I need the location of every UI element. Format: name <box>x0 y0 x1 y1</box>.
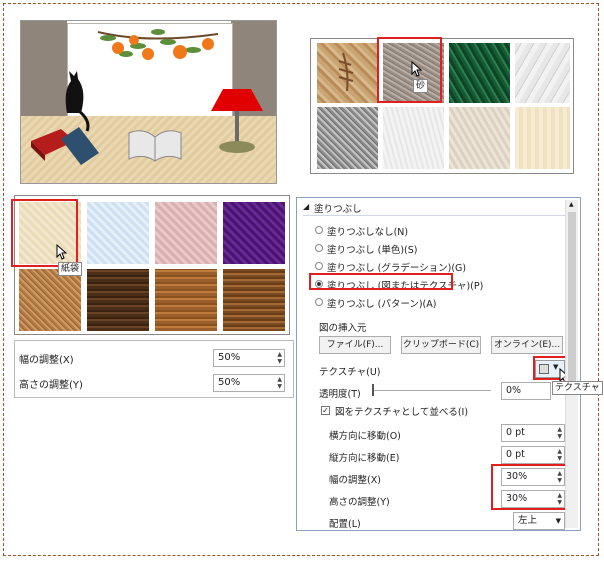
online-button[interactable]: オンライン(E)... <box>491 336 563 354</box>
transparency-slider-thumb[interactable] <box>372 384 374 396</box>
offset-y-spinner[interactable]: 0 pt ▲ ▼ <box>501 446 565 464</box>
lamp-shade <box>211 89 263 111</box>
mouse-cursor-icon <box>56 244 68 260</box>
highlight-sand <box>377 37 442 103</box>
option-gradient-fill[interactable]: 塗りつぶし (グラデーション)(G) <box>327 260 466 274</box>
tooltip-papyrus: 紙袋 <box>58 262 83 276</box>
height-spinner[interactable]: 50% ▲ ▼ <box>213 374 285 392</box>
offset-x-label: 横方向に移動(O) <box>329 431 401 442</box>
lamp-base <box>219 141 255 153</box>
width-label: 幅の調整(X) <box>19 355 74 366</box>
scale-x-label: 幅の調整(X) <box>329 475 381 486</box>
texture-label: テクスチャ(U) <box>319 367 381 378</box>
spinner-arrows-icon[interactable]: ▲ ▼ <box>557 426 562 440</box>
blue-book <box>61 127 99 165</box>
texture-blue-tissue[interactable] <box>87 202 149 264</box>
transparency-label: 透明度(T) <box>319 389 361 400</box>
texture-walnut[interactable] <box>87 269 149 331</box>
format-pane: ◢ 塗りつぶし 塗りつぶしなし(N) 塗りつぶし (単色)(S) 塗りつぶし (… <box>296 197 581 531</box>
clipboard-button[interactable]: クリップボード(C) <box>401 336 481 354</box>
tile-checkbox-label[interactable]: 図をテクスチャとして並べる(I) <box>335 404 468 418</box>
texture-medium-wood[interactable] <box>223 269 285 331</box>
offset-y-label: 縦方向に移動(E) <box>329 453 400 464</box>
option-solid-fill[interactable]: 塗りつぶし (単色)(S) <box>327 242 417 256</box>
texture-beige-stone[interactable] <box>449 107 510 169</box>
radio-gradient-fill[interactable] <box>315 262 323 270</box>
pane-scrollbar[interactable]: ▲ <box>565 200 578 528</box>
open-book <box>154 130 182 162</box>
texture-cork[interactable] <box>19 269 81 331</box>
fossil-fish-image <box>338 52 354 92</box>
alignment-label: 配置(L) <box>329 519 361 530</box>
spinner-arrows-icon[interactable]: ▲ ▼ <box>557 448 562 462</box>
texture-purple-mesh[interactable] <box>223 202 285 264</box>
dropdown-arrow-icon: ▼ <box>555 517 561 525</box>
highlight-scale <box>491 464 571 510</box>
insert-from-label: 図の挿入元 <box>319 323 367 334</box>
texture-gallery-top <box>310 38 574 174</box>
divider <box>303 215 565 216</box>
option-no-fill[interactable]: 塗りつぶしなし(N) <box>327 224 408 238</box>
alignment-value: 左上 <box>518 515 538 526</box>
height-value: 50% <box>218 377 241 388</box>
offset-y-value: 0 pt <box>506 449 525 460</box>
size-panel: 幅の調整(X) 50% ▲ ▼ 高さの調整(Y) 50% ▲ ▼ <box>14 340 294 398</box>
scroll-thumb[interactable] <box>568 212 576 392</box>
texture-pink-tissue[interactable] <box>155 202 217 264</box>
option-pattern-fill[interactable]: 塗りつぶし (パターン)(A) <box>327 296 436 310</box>
width-spinner[interactable]: 50% ▲ ▼ <box>213 349 285 367</box>
transparency-slider-track[interactable] <box>373 390 491 391</box>
spinner-arrows-icon[interactable]: ▲ ▼ <box>277 376 282 390</box>
transparency-spinner[interactable]: 0% <box>501 382 551 400</box>
texture-white-marble[interactable] <box>515 43 570 103</box>
radio-pattern-fill[interactable] <box>315 298 323 306</box>
texture-granite[interactable] <box>317 107 378 169</box>
section-title: 塗りつぶし <box>314 204 362 215</box>
width-value: 50% <box>218 352 241 363</box>
illustration <box>20 20 277 184</box>
cat-silhouette <box>65 71 84 113</box>
tooltip-texture: テクスチャ <box>552 381 603 395</box>
tooltip-sand: 砂 <box>413 79 429 93</box>
file-button[interactable]: ファイル(F)... <box>319 336 391 354</box>
scene-objects <box>31 71 263 165</box>
tile-checkbox[interactable]: ✓ <box>321 406 330 415</box>
texture-cream-paper[interactable] <box>515 107 570 169</box>
offset-x-spinner[interactable]: 0 pt ▲ ▼ <box>501 424 565 442</box>
texture-white-stone[interactable] <box>383 107 444 169</box>
texture-oak[interactable] <box>155 269 217 331</box>
alignment-dropdown[interactable]: 左上 ▼ <box>513 512 565 530</box>
highlight-picture-fill <box>309 273 453 290</box>
scale-y-label: 高さの調整(Y) <box>329 497 390 508</box>
scroll-up-icon[interactable]: ▲ <box>569 201 574 208</box>
height-label: 高さの調整(Y) <box>19 380 83 391</box>
radio-no-fill[interactable] <box>315 226 323 234</box>
spinner-arrows-icon[interactable]: ▲ ▼ <box>277 351 282 365</box>
offset-x-value: 0 pt <box>506 427 525 438</box>
radio-solid-fill[interactable] <box>315 244 323 252</box>
texture-green-marble[interactable] <box>449 43 510 103</box>
transparency-value: 0% <box>506 385 522 396</box>
collapse-triangle-icon[interactable]: ◢ <box>303 202 309 211</box>
mouse-cursor-icon <box>411 61 423 77</box>
